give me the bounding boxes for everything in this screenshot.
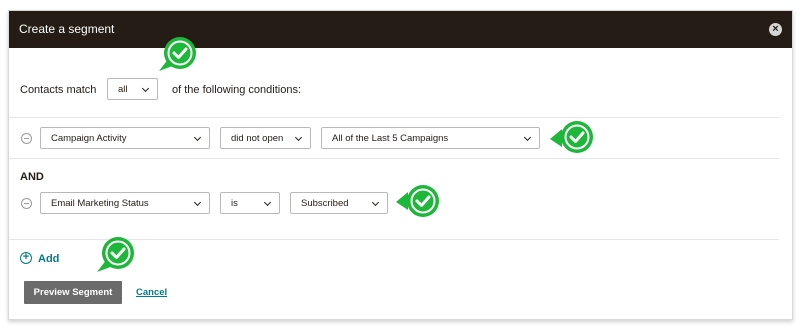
- condition-operator-value: is: [231, 198, 238, 209]
- condition-field-select[interactable]: Email Marketing Status: [40, 192, 210, 214]
- chevron-down-icon: [263, 198, 272, 207]
- close-icon[interactable]: ×: [769, 23, 782, 36]
- condition-field-select[interactable]: Campaign Activity: [40, 127, 210, 149]
- preview-segment-button[interactable]: Preview Segment: [24, 281, 122, 304]
- condition-operator-select[interactable]: is: [220, 192, 280, 214]
- match-mode-select[interactable]: all: [107, 78, 158, 100]
- chevron-down-icon: [193, 133, 202, 142]
- cancel-link[interactable]: Cancel: [136, 287, 167, 298]
- chevron-down-icon: [193, 198, 202, 207]
- add-condition-link[interactable]: Add: [38, 253, 59, 265]
- condition-operator-select[interactable]: did not open: [220, 127, 311, 149]
- check-badge-icon: [550, 121, 593, 153]
- divider: [9, 158, 779, 159]
- divider: [9, 117, 779, 118]
- chevron-down-icon: [523, 133, 532, 142]
- chevron-down-icon: [294, 133, 303, 142]
- create-segment-dialog: Create a segment × Contacts match all of…: [8, 10, 793, 320]
- chevron-down-icon: [141, 84, 150, 93]
- contacts-match-label: Contacts match: [20, 84, 97, 96]
- chevron-down-icon: [371, 198, 380, 207]
- condition-value-value: All of the Last 5 Campaigns: [332, 133, 449, 144]
- check-badge-icon: [159, 37, 196, 71]
- and-joiner-label: AND: [20, 171, 44, 183]
- dialog-title: Create a segment: [19, 22, 115, 36]
- remove-condition-icon[interactable]: [21, 133, 32, 144]
- match-mode-value: all: [118, 84, 128, 95]
- conditions-suffix-label: of the following conditions:: [172, 84, 302, 96]
- condition-field-value: Campaign Activity: [51, 133, 127, 144]
- check-badge-icon: [396, 185, 439, 217]
- condition-operator-value: did not open: [231, 133, 284, 144]
- condition-value-value: Subscribed: [301, 198, 349, 209]
- condition-value-select[interactable]: All of the Last 5 Campaigns: [321, 127, 540, 149]
- remove-condition-icon[interactable]: [21, 198, 32, 209]
- dialog-titlebar: Create a segment ×: [9, 11, 792, 48]
- check-badge-icon: [97, 237, 134, 272]
- condition-field-value: Email Marketing Status: [51, 198, 149, 209]
- condition-value-select[interactable]: Subscribed: [290, 192, 388, 214]
- add-circle-icon[interactable]: +: [20, 252, 32, 264]
